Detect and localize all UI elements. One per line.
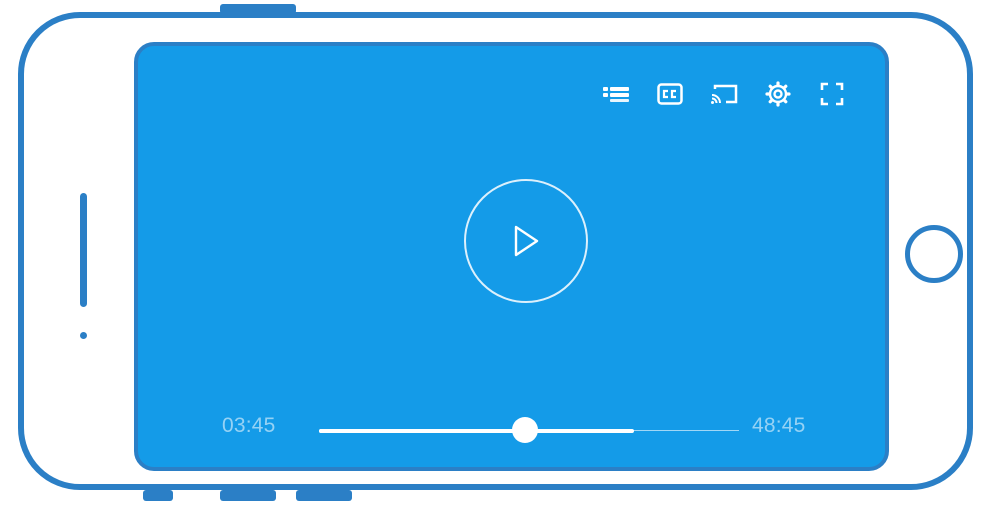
phone-speaker bbox=[80, 193, 87, 307]
settings-button[interactable] bbox=[763, 79, 793, 109]
phone-mute-switch bbox=[143, 490, 173, 501]
phone-camera bbox=[80, 332, 87, 339]
cast-icon bbox=[711, 84, 738, 104]
progress-bar[interactable] bbox=[319, 417, 739, 443]
current-time: 03:45 bbox=[222, 414, 276, 437]
subtitles-icon bbox=[657, 83, 683, 105]
fullscreen-button[interactable] bbox=[817, 79, 847, 109]
fullscreen-icon bbox=[820, 82, 844, 106]
phone-mockup: 03:45 48:45 bbox=[0, 0, 1003, 515]
cast-button[interactable] bbox=[709, 79, 739, 109]
total-time: 48:45 bbox=[752, 414, 806, 437]
play-icon bbox=[514, 225, 539, 257]
play-button[interactable] bbox=[464, 179, 588, 303]
phone-home-button bbox=[905, 225, 963, 283]
subtitles-button[interactable] bbox=[655, 79, 685, 109]
video-player-screen[interactable]: 03:45 48:45 bbox=[134, 42, 889, 471]
playlist-button[interactable] bbox=[601, 79, 631, 109]
progress-thumb[interactable] bbox=[511, 417, 538, 443]
player-toolbar bbox=[601, 79, 847, 109]
phone-volume-down-button bbox=[296, 490, 352, 501]
progress-played bbox=[319, 429, 525, 433]
settings-icon bbox=[765, 81, 791, 107]
phone-volume-up-button bbox=[220, 490, 276, 501]
playlist-icon bbox=[603, 87, 629, 102]
